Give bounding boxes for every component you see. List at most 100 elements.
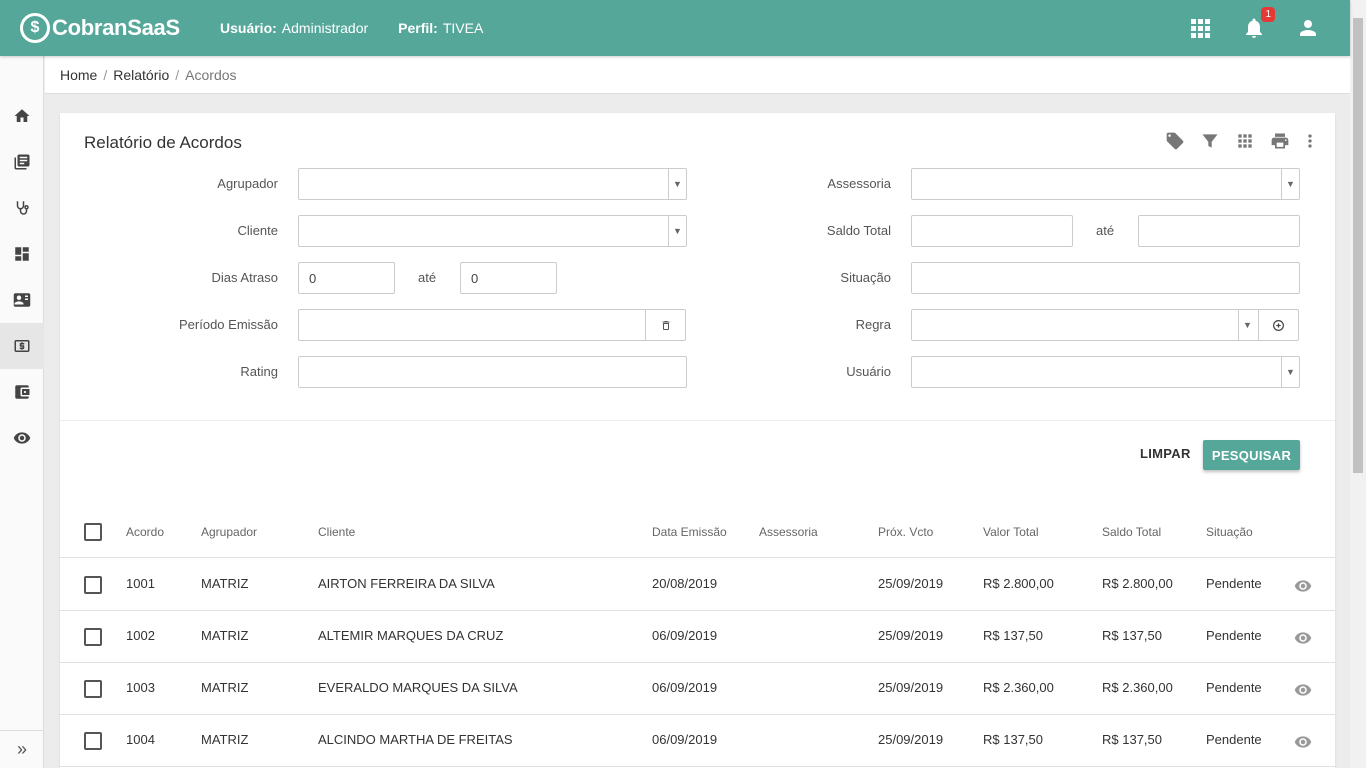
sidebar-item-view[interactable]: [0, 415, 44, 461]
dias-atraso-to-input[interactable]: 0: [460, 262, 557, 294]
breadcrumb-separator: /: [103, 66, 108, 83]
page-scrollbar[interactable]: [1350, 0, 1366, 768]
cell-prox-vcto: 25/09/2019: [878, 732, 944, 747]
logo-coin-icon: $: [20, 13, 50, 43]
cell-acordo: 1004: [126, 732, 155, 747]
dias-atraso-label: Dias Atraso: [211, 270, 278, 285]
view-eye-icon[interactable]: [1294, 577, 1312, 595]
view-eye-icon[interactable]: [1294, 681, 1312, 699]
sidebar-item-contacts[interactable]: [0, 277, 44, 323]
agrupador-select[interactable]: ▼: [298, 168, 687, 200]
rating-input[interactable]: [298, 356, 687, 388]
saldo-total-label: Saldo Total: [826, 223, 891, 238]
breadcrumb-home[interactable]: Home: [60, 67, 97, 83]
filter-icon[interactable]: [1200, 131, 1222, 153]
row-checkbox[interactable]: [84, 576, 102, 594]
sidebar-item-dashboard[interactable]: [0, 231, 44, 277]
more-vert-icon[interactable]: [1305, 131, 1315, 153]
breadcrumb-relatorio[interactable]: Relatório: [113, 67, 169, 83]
columns-grid-icon[interactable]: [1235, 131, 1257, 153]
clear-button[interactable]: LIMPAR: [1130, 441, 1201, 466]
cliente-select[interactable]: ▼: [298, 215, 687, 247]
rating-label: Rating: [240, 364, 278, 379]
cell-saldo-total: R$ 2.800,00: [1102, 576, 1173, 591]
saldo-total-to-input[interactable]: [1138, 215, 1300, 247]
column-header-prox-vcto[interactable]: Próx. Vcto: [878, 525, 933, 539]
contact-card-icon: [13, 293, 31, 307]
table-row[interactable]: 1001 MATRIZ AIRTON FERREIRA DA SILVA 20/…: [60, 559, 1335, 611]
row-checkbox[interactable]: [84, 628, 102, 646]
sidebar-item-books[interactable]: [0, 139, 44, 185]
column-header-saldo-total[interactable]: Saldo Total: [1102, 525, 1161, 539]
row-checkbox[interactable]: [84, 732, 102, 750]
print-icon[interactable]: [1270, 131, 1292, 153]
search-button[interactable]: PESQUISAR: [1203, 440, 1300, 470]
cell-valor-total: R$ 2.360,00: [983, 680, 1054, 695]
profile-info: Perfil: TIVEA: [398, 20, 483, 36]
cell-data-emissao: 20/08/2019: [652, 576, 718, 591]
column-header-cliente[interactable]: Cliente: [318, 525, 355, 539]
add-rule-icon[interactable]: [1258, 310, 1298, 340]
row-checkbox[interactable]: [84, 680, 102, 698]
column-header-acordo[interactable]: Acordo: [126, 525, 164, 539]
cliente-label: Cliente: [237, 223, 278, 238]
dashboard-icon: [15, 247, 29, 261]
section-divider: [60, 420, 1335, 421]
notifications-bell-icon[interactable]: 1: [1242, 7, 1275, 40]
cell-saldo-total: R$ 2.360,00: [1102, 680, 1173, 695]
view-eye-icon[interactable]: [1294, 629, 1312, 647]
cell-prox-vcto: 25/09/2019: [878, 680, 944, 695]
apps-grid-icon[interactable]: [1188, 16, 1212, 40]
cell-acordo: 1002: [126, 628, 155, 643]
cell-cliente: EVERALDO MARQUES DA SILVA: [318, 680, 518, 695]
column-header-situacao[interactable]: Situação: [1206, 525, 1253, 539]
cell-acordo: 1003: [126, 680, 155, 695]
cell-agrupador: MATRIZ: [201, 576, 249, 591]
sidebar-item-home[interactable]: [0, 93, 44, 139]
app-logo[interactable]: $ CobranSaaS: [20, 13, 220, 43]
view-eye-icon[interactable]: [1294, 733, 1312, 751]
cell-prox-vcto: 25/09/2019: [878, 576, 944, 591]
user-account-icon[interactable]: [1296, 16, 1320, 40]
periodo-emissao-input[interactable]: [298, 309, 686, 341]
cell-agrupador: MATRIZ: [201, 628, 249, 643]
trash-icon[interactable]: [645, 310, 685, 340]
regra-select[interactable]: ▼: [911, 309, 1299, 341]
sidebar-item-financial[interactable]: [0, 323, 44, 369]
sidebar-expand-icon[interactable]: »: [0, 730, 44, 768]
home-icon: [14, 109, 30, 122]
scrollbar-thumb[interactable]: [1353, 18, 1363, 473]
cell-saldo-total: R$ 137,50: [1102, 732, 1162, 747]
user-info: Usuário: Administrador: [220, 20, 368, 36]
report-card: Relatório de Acordos Agrupador ▼ Cliente…: [60, 113, 1335, 768]
sidebar-item-health[interactable]: [0, 185, 44, 231]
column-header-valor-total[interactable]: Valor Total: [983, 525, 1039, 539]
wallet-icon: [15, 385, 30, 399]
saldo-total-ate-label: até: [1096, 223, 1115, 238]
cell-situacao: Pendente: [1206, 576, 1262, 591]
breadcrumb-separator: /: [175, 66, 180, 83]
column-header-assessoria[interactable]: Assessoria: [759, 525, 818, 539]
table-row[interactable]: 1002 MATRIZ ALTEMIR MARQUES DA CRUZ 06/0…: [60, 611, 1335, 663]
table-row[interactable]: 1004 MATRIZ ALCINDO MARTHA DE FREITAS 06…: [60, 715, 1335, 767]
sidebar-item-wallet[interactable]: [0, 369, 44, 415]
chevron-down-icon: ▼: [668, 216, 686, 246]
profile-label: Perfil:: [398, 20, 438, 36]
tag-icon[interactable]: [1165, 131, 1187, 153]
table-row[interactable]: 1003 MATRIZ EVERALDO MARQUES DA SILVA 06…: [60, 663, 1335, 715]
saldo-total-from-input[interactable]: [911, 215, 1073, 247]
column-header-data-emissao[interactable]: Data Emissão: [652, 525, 727, 539]
dias-atraso-from-input[interactable]: 0: [298, 262, 395, 294]
situacao-input[interactable]: [911, 262, 1300, 294]
cell-cliente: ALTEMIR MARQUES DA CRUZ: [318, 628, 504, 643]
select-all-checkbox[interactable]: [84, 523, 102, 541]
assessoria-select[interactable]: ▼: [911, 168, 1300, 200]
agrupador-label: Agrupador: [217, 176, 278, 191]
chevron-down-icon: ▼: [1281, 357, 1299, 387]
cell-valor-total: R$ 137,50: [983, 628, 1043, 643]
money-icon: [14, 340, 30, 352]
usuario-select[interactable]: ▼: [911, 356, 1300, 388]
user-value: Administrador: [281, 20, 369, 36]
column-header-agrupador[interactable]: Agrupador: [201, 525, 257, 539]
cell-situacao: Pendente: [1206, 732, 1262, 747]
